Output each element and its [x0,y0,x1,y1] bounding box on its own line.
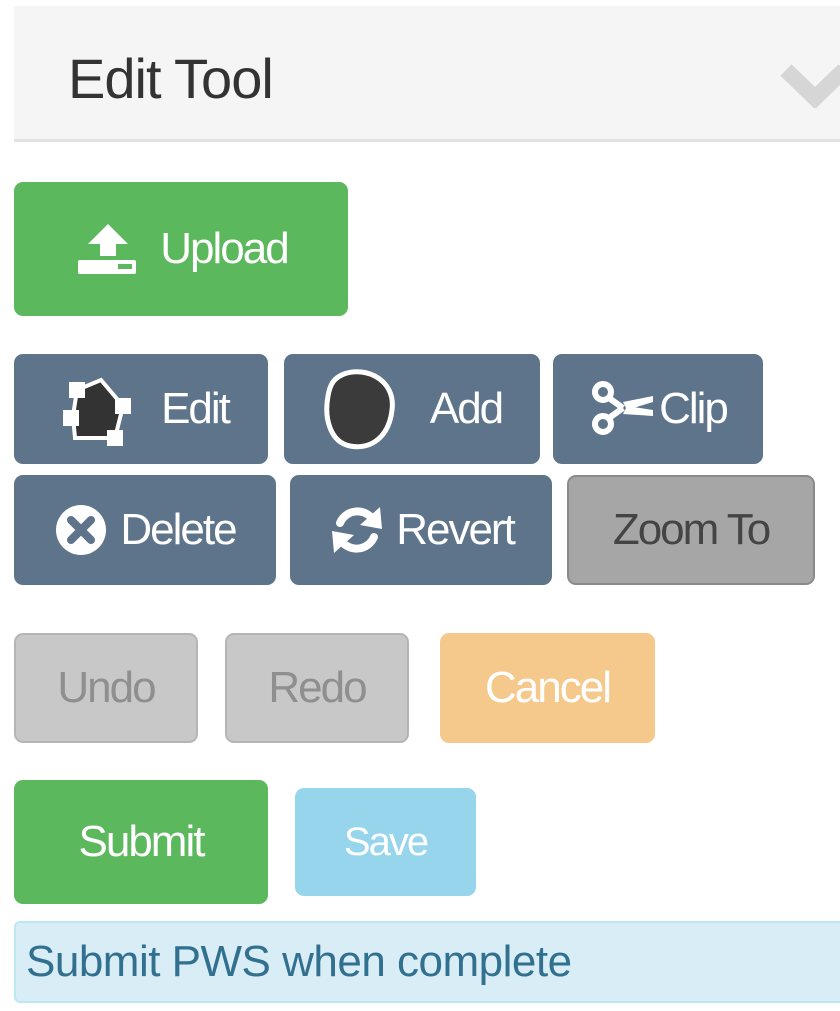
revert-label: Revert [396,505,516,554]
delete-circle-icon [56,505,107,555]
save-label: Save [343,819,429,864]
delete-button[interactable]: Delete [14,475,276,585]
submit-button[interactable]: Submit [14,780,268,904]
delete-label: Delete [120,505,237,554]
chevron-down-icon[interactable] [778,58,840,108]
cancel-label: Cancel [485,663,612,712]
save-button[interactable]: Save [295,788,476,896]
add-polygon-icon [324,369,395,450]
upload-label: Upload [160,224,289,273]
undo-button[interactable]: Undo [14,633,198,743]
zoom-to-button[interactable]: Zoom To [567,475,815,585]
upload-button[interactable]: Upload [14,182,348,316]
status-message: Submit PWS when complete [26,937,572,986]
redo-button[interactable]: Redo [225,633,409,743]
refresh-icon [332,507,383,553]
zoom-to-label: Zoom To [612,505,771,554]
clip-button[interactable]: Clip [553,354,763,464]
status-alert: Submit PWS when complete [14,921,840,1003]
panel-header[interactable]: Edit Tool [14,6,840,142]
edit-button[interactable]: Edit [14,354,268,464]
add-label: Add [429,384,504,433]
redo-label: Redo [268,663,367,712]
edit-vertices-icon [63,377,132,446]
edit-label: Edit [161,384,231,433]
scissors-icon [592,381,654,435]
cancel-button[interactable]: Cancel [440,633,655,743]
add-button[interactable]: Add [284,354,540,464]
submit-label: Submit [78,817,206,866]
upload-icon [78,224,137,274]
panel-title: Edit Tool [68,47,274,110]
undo-label: Undo [57,663,156,712]
clip-label: Clip [659,384,729,433]
revert-button[interactable]: Revert [290,475,552,585]
